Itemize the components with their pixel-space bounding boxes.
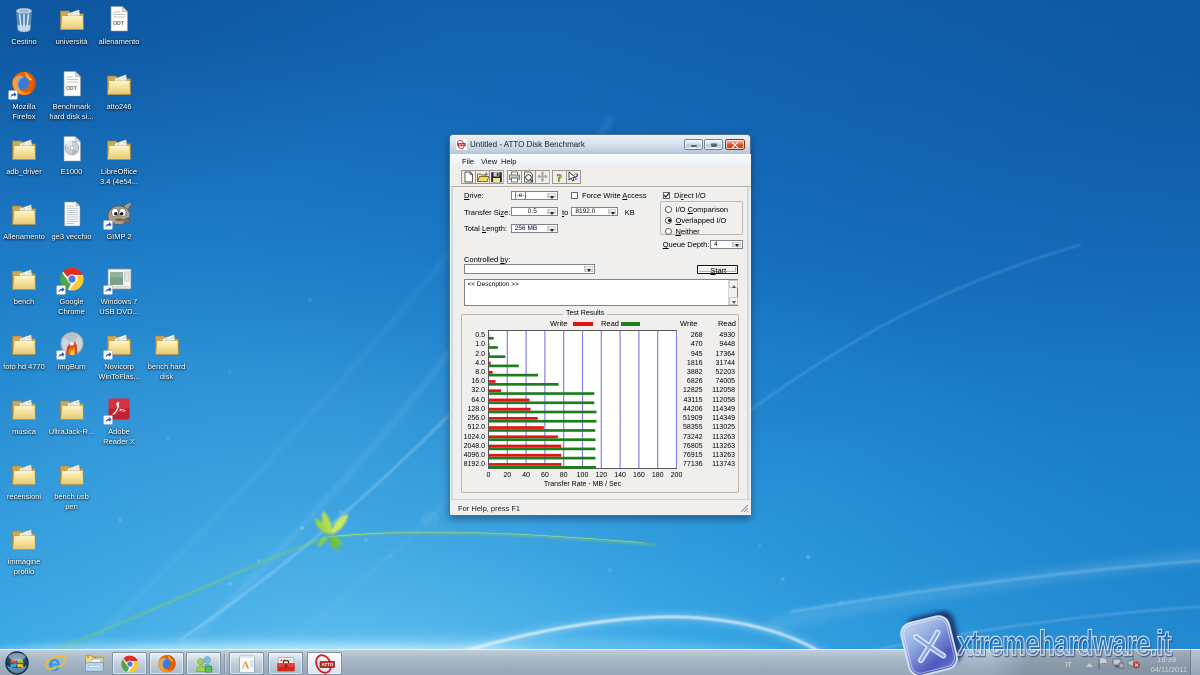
svg-text:A: A <box>241 659 249 671</box>
svg-text:xtremehardware.it: xtremehardware.it <box>957 624 1171 663</box>
svg-text:ATTO: ATTO <box>321 662 333 667</box>
svg-text:e: e <box>48 652 60 674</box>
